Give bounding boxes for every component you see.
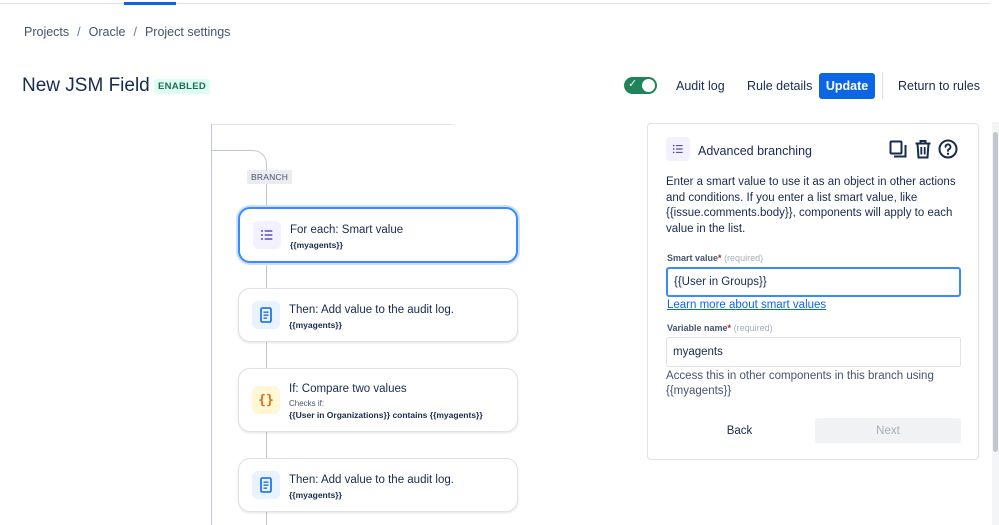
flow-connector (211, 124, 453, 125)
header-divider (882, 72, 883, 99)
required-hint: (required) (724, 253, 764, 263)
update-button[interactable]: Update (819, 73, 875, 99)
document-icon (252, 301, 280, 329)
breadcrumb-separator: / (133, 25, 137, 39)
breadcrumb-projects[interactable]: Projects (24, 25, 69, 39)
smart-value-input[interactable] (666, 267, 961, 297)
check-icon: ✓ (628, 78, 638, 90)
scrollbar-thumb[interactable] (993, 132, 998, 452)
variable-name-input[interactable] (666, 337, 961, 367)
panel-toolbar (888, 139, 958, 164)
flow-connector (211, 124, 212, 525)
scrollbar[interactable] (992, 122, 999, 525)
component-config-panel: Advanced branching Enter a smart value t… (647, 123, 979, 460)
active-tab-indicator (124, 2, 176, 5)
flow-card-audit-log[interactable]: Then: Add value to the audit log. {{myag… (238, 458, 518, 512)
variable-name-label: Variable name* (required) (667, 323, 773, 333)
flow-card-for-each[interactable]: For each: Smart value {{myagents}} (238, 207, 518, 263)
required-star: * (718, 253, 722, 263)
list-icon (253, 221, 281, 249)
breadcrumb: Projects / Oracle / Project settings (24, 25, 230, 39)
rule-details-button[interactable]: Rule details (747, 73, 812, 99)
card-detail: {{User in Organizations}} contains {{mya… (289, 410, 483, 420)
variable-helper-text: Access this in other components in this … (666, 370, 934, 397)
curly-braces-icon: {} (252, 386, 280, 414)
rule-editor-page: Projects / Oracle / Project settings New… (0, 0, 999, 525)
help-icon[interactable] (938, 139, 958, 164)
list-icon (666, 137, 690, 161)
variable-name-label-text: Variable name (667, 323, 728, 333)
required-hint: (required) (733, 323, 773, 333)
breadcrumb-separator: / (77, 25, 81, 39)
card-detail: {{myagents}} (289, 490, 342, 500)
back-button[interactable]: Back (666, 418, 813, 443)
card-title: Then: Add value to the audit log. (289, 304, 454, 316)
learn-more-link[interactable]: Learn more about smart values (667, 299, 826, 311)
smart-value-label: Smart value* (required) (667, 253, 763, 263)
card-title: Then: Add value to the audit log. (289, 474, 454, 486)
panel-title: Advanced branching (698, 144, 812, 158)
audit-log-button[interactable]: Audit log (676, 73, 725, 99)
card-subtitle: Checks if: (289, 399, 325, 408)
copy-icon[interactable] (888, 139, 908, 164)
smart-value-label-text: Smart value (667, 253, 719, 263)
return-to-rules-button[interactable]: Return to rules (898, 73, 980, 99)
card-title: If: Compare two values (289, 383, 407, 395)
next-button[interactable]: Next (815, 418, 961, 443)
breadcrumb-oracle[interactable]: Oracle (89, 25, 126, 39)
rule-title: New JSM Field (22, 75, 150, 96)
card-detail: {{myagents}} (289, 320, 342, 330)
flow-card-compare[interactable]: {} If: Compare two values Checks if: {{U… (238, 368, 518, 432)
card-title: For each: Smart value (290, 224, 404, 236)
branch-label: BRANCH (247, 170, 293, 184)
status-badge: ENABLED (154, 79, 211, 94)
flow-card-audit-log[interactable]: Then: Add value to the audit log. {{myag… (238, 288, 518, 342)
trash-icon[interactable] (914, 139, 932, 164)
required-star: * (727, 323, 732, 333)
rule-enabled-toggle[interactable]: ✓ (624, 77, 657, 94)
breadcrumb-project-settings[interactable]: Project settings (145, 25, 230, 39)
document-icon (252, 471, 280, 499)
card-detail: {{myagents}} (290, 240, 343, 250)
panel-description: Enter a smart value to use it as an obje… (666, 176, 956, 235)
toggle-knob (642, 79, 655, 92)
